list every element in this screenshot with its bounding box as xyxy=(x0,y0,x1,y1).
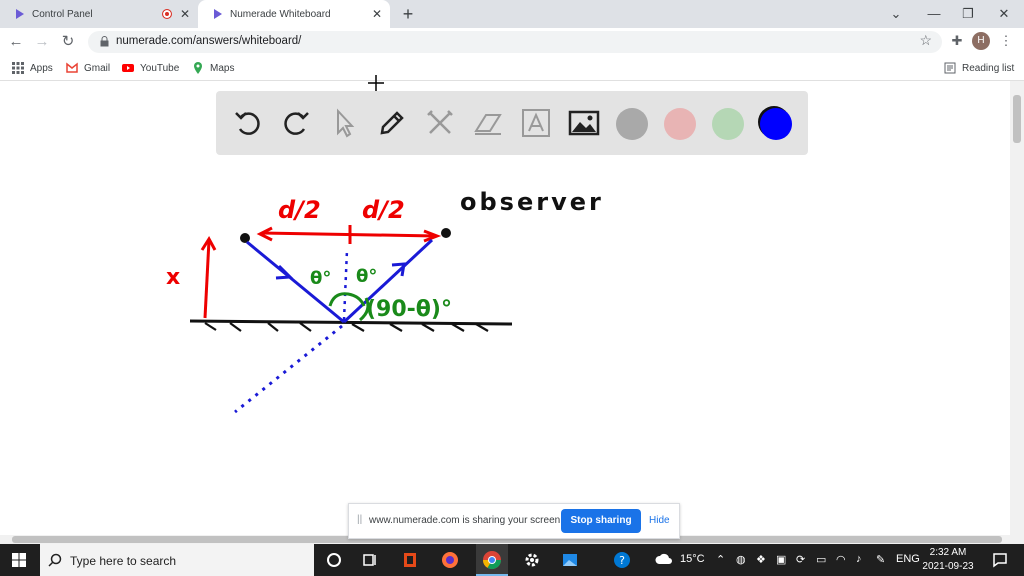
windows-start-icon[interactable] xyxy=(12,553,26,567)
label-theta-left: θ° xyxy=(310,268,331,289)
label-height: x xyxy=(166,265,180,290)
browser-toolbar: ← → ↻ numerade.com/answers/whiteboard/ ☆… xyxy=(0,28,1024,56)
bookmark-maps[interactable]: Maps xyxy=(192,60,234,76)
taskbar-search-box[interactable]: Type here to search xyxy=(40,544,314,576)
reading-list-button[interactable]: Reading list xyxy=(944,60,1014,76)
svg-text:?: ? xyxy=(619,554,625,567)
minimize-button[interactable]: — xyxy=(924,4,944,24)
clock-time: 2:32 AM xyxy=(929,547,967,558)
tray-device-icon[interactable]: ▣ xyxy=(776,553,786,566)
tab-title: Numerade Whiteboard xyxy=(230,8,331,20)
label-complement-angle: (90-θ)° xyxy=(366,297,452,322)
ground-line xyxy=(189,319,513,326)
pen-workspace-icon[interactable]: ✎ xyxy=(876,553,885,566)
back-icon[interactable]: ← xyxy=(6,32,26,52)
photos-icon[interactable] xyxy=(560,550,580,570)
tray-sync-icon[interactable]: ⟳ xyxy=(796,553,805,566)
tab-strip: Control Panel ✕ Numerade Whiteboard ✕ + … xyxy=(0,0,1024,28)
whiteboard-canvas[interactable]: d/2 d/2 x observer θ° θ° (90-θ)° xyxy=(0,75,1010,535)
numerade-logo-icon xyxy=(214,9,222,19)
bookmark-label: Apps xyxy=(30,62,53,74)
extensions-icon[interactable]: ✚ xyxy=(948,32,966,50)
weather-cloud-icon[interactable] xyxy=(654,550,674,570)
lock-icon xyxy=(100,36,109,47)
youtube-icon xyxy=(122,64,134,72)
bookmark-label: Gmail xyxy=(84,62,111,74)
maps-icon xyxy=(194,62,202,74)
reading-list-icon xyxy=(944,62,956,74)
clock-date: 2021-09-23 xyxy=(922,561,974,572)
help-icon[interactable]: ? xyxy=(612,550,632,570)
whiteboard-drawing: d/2 d/2 x observer θ° θ° (90-θ)° xyxy=(166,188,604,414)
tray-app-icon[interactable]: ◍ xyxy=(736,553,746,566)
image-line xyxy=(234,324,343,414)
tab-numerade-whiteboard[interactable]: Numerade Whiteboard ✕ xyxy=(198,0,390,28)
search-placeholder: Type here to search xyxy=(70,554,177,568)
tab-title: Control Panel xyxy=(32,8,93,20)
office-icon[interactable] xyxy=(400,550,420,570)
apps-grid-icon xyxy=(12,62,24,74)
angle-arc xyxy=(328,292,366,307)
avatar[interactable]: H xyxy=(972,32,990,50)
hide-button[interactable]: Hide xyxy=(649,515,670,526)
label-half-distance-left: d/2 xyxy=(278,196,321,224)
dropbox-icon[interactable]: ❖ xyxy=(756,553,766,566)
search-icon xyxy=(48,553,62,567)
notifications-icon[interactable] xyxy=(990,550,1010,570)
label-theta-right: θ° xyxy=(356,266,377,287)
sharing-message: www.numerade.com is sharing your screen. xyxy=(369,515,563,526)
bookmark-gmail[interactable]: Gmail xyxy=(66,60,110,76)
screen-sharing-bar: || www.numerade.com is sharing your scre… xyxy=(348,503,680,539)
forward-icon[interactable]: → xyxy=(32,32,52,52)
windows-taskbar: Type here to search ? 15°C ⌃ ◍ ❖ ▣ ⟳ ▭ ◠… xyxy=(0,544,1024,576)
reading-list-label: Reading list xyxy=(962,62,1015,74)
bookmark-label: YouTube xyxy=(140,62,180,74)
height-arrow xyxy=(203,239,211,319)
input-language[interactable]: ENG xyxy=(896,553,920,565)
bookmarks-bar: Apps Gmail YouTube Maps Reading list xyxy=(0,56,1024,81)
drag-handle-icon[interactable]: || xyxy=(357,514,362,525)
stop-sharing-button[interactable]: Stop sharing xyxy=(561,509,641,533)
task-view-icon[interactable] xyxy=(360,550,380,570)
new-tab-button[interactable]: + xyxy=(398,4,418,24)
close-window-button[interactable]: ✕ xyxy=(994,4,1014,24)
restore-button[interactable]: ❐ xyxy=(958,4,978,24)
weather-temperature: 15°C xyxy=(680,553,705,565)
tab-search-icon[interactable]: ⌄ xyxy=(886,4,906,24)
chrome-taskbar-button[interactable] xyxy=(476,544,508,576)
settings-gear-icon[interactable] xyxy=(522,550,542,570)
bookmark-apps[interactable]: Apps xyxy=(12,60,53,76)
firefox-icon[interactable] xyxy=(440,550,460,570)
volume-icon[interactable]: ♪ xyxy=(856,553,862,565)
bookmark-star-icon[interactable]: ☆ xyxy=(919,32,932,49)
label-observer: observer xyxy=(460,188,604,216)
recording-icon xyxy=(162,9,172,19)
bookmark-label: Maps xyxy=(210,62,235,74)
numerade-logo-icon xyxy=(16,9,24,19)
vertical-scrollbar[interactable] xyxy=(1010,81,1024,535)
address-bar[interactable]: numerade.com/answers/whiteboard/ ☆ xyxy=(88,31,942,53)
cortana-icon[interactable] xyxy=(324,550,344,570)
gmail-icon xyxy=(66,62,78,73)
browser-menu-icon[interactable]: ⋮ xyxy=(998,32,1014,50)
scrollbar-thumb[interactable] xyxy=(1013,95,1021,143)
close-tab-icon[interactable]: ✕ xyxy=(370,7,384,21)
wifi-icon[interactable]: ◠ xyxy=(836,553,846,566)
bookmark-youtube[interactable]: YouTube xyxy=(122,60,179,76)
close-tab-icon[interactable]: ✕ xyxy=(178,7,192,21)
chrome-icon xyxy=(483,551,501,570)
url-text: numerade.com/answers/whiteboard/ xyxy=(116,35,302,47)
system-clock[interactable]: 2:32 AM 2021-09-23 xyxy=(922,546,974,574)
reload-icon[interactable]: ↻ xyxy=(58,32,78,52)
show-hidden-icons-icon[interactable]: ⌃ xyxy=(716,553,725,566)
tab-control-panel[interactable]: Control Panel ✕ xyxy=(0,0,198,28)
normal-line xyxy=(342,249,349,321)
observer-point xyxy=(441,228,451,238)
label-half-distance-right: d/2 xyxy=(362,196,405,224)
battery-icon[interactable]: ▭ xyxy=(816,553,826,566)
